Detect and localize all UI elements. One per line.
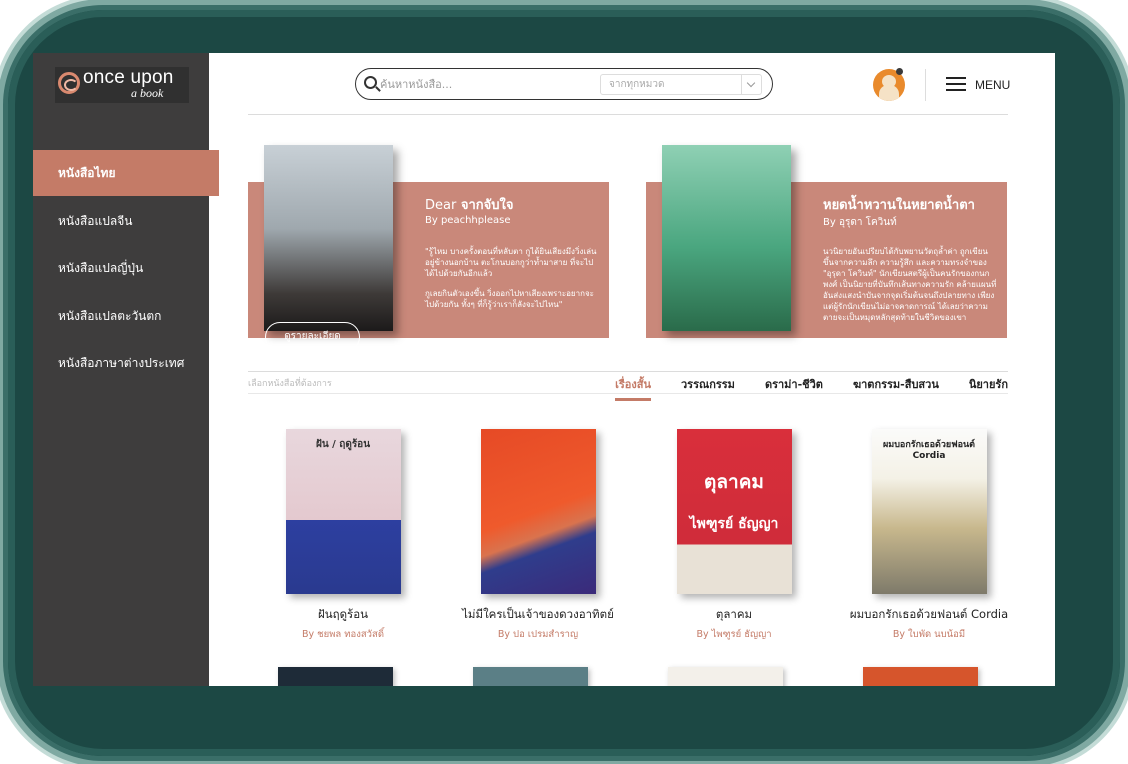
featured-description-2: นวนิยายอันเปรียบได้กับพยานวัตถุล้ำค่า ถู… — [823, 246, 998, 332]
chevron-down-icon — [741, 75, 761, 94]
search-input[interactable] — [380, 75, 595, 93]
book-cover[interactable]: ตุลาคม ไพฑูรย์ ธัญญา — [676, 429, 792, 594]
brand-logo[interactable]: once upon a book — [55, 67, 189, 103]
featured-author-2: By อุรุดา โควินท์ — [823, 217, 897, 228]
book-cover-title: ตุลาคม — [704, 471, 764, 493]
brand-subtitle: a book — [131, 86, 164, 100]
avatar-body — [879, 85, 899, 101]
featured-title-en-1: Dear — [425, 198, 457, 213]
featured-description-1-p2: กูเลยกินตัวเองขึ้น วิ่งออกไปหาเสียงเพราะ… — [425, 289, 594, 309]
tabs-hint: เลือกหนังสือที่ต้องการ — [248, 379, 332, 389]
featured-description-2-p1: นวนิยายอันเปรียบได้กับพยานวัตถุล้ำค่า ถู… — [823, 247, 997, 322]
sidebar-item-western-translated[interactable]: หนังสือแปลตะวันตก — [33, 293, 219, 339]
tabs-divider-top — [248, 371, 1008, 372]
book-title[interactable]: ผมบอกรักเธอด้วยฟอนต์ Cordia — [839, 606, 1019, 624]
featured-description-1: "รู้ไหม บางครั้งตอนที่หลับตา กูได้ยินเสี… — [425, 246, 600, 319]
tab-drama-life[interactable]: ดราม่า-ชีวิต — [765, 375, 823, 399]
book-card[interactable]: ผมบอกรักเธอด้วยฟอนต์ Cordia ผมบอกรักเธอด… — [839, 429, 1019, 642]
book-card[interactable]: ไม่มีใครเป็นเจ้าของดวงอาทิตย์ By ปอ เปรม… — [448, 429, 628, 642]
book-cover-partial[interactable] — [473, 667, 588, 686]
sidebar: once upon a book หนังสือไทย หนังสือแปลจี… — [33, 53, 219, 686]
search-bar: จากทุกหมวด — [355, 68, 773, 100]
book-author: By ชยพล ทองสวัสดิ์ — [302, 629, 384, 640]
logo-mark-icon — [58, 72, 80, 94]
tab-romance[interactable]: นิยายรัก — [969, 375, 1008, 399]
book-author: By ไพฑูรย์ ธัญญา — [696, 629, 772, 640]
header-divider — [925, 69, 926, 101]
book-title[interactable]: ตุลาคม — [644, 606, 824, 624]
category-select[interactable]: จากทุกหมวด — [600, 74, 762, 95]
genre-tabs: เรื่องสั้น วรรณกรรม ดราม่า-ชีวิต ฆาตกรรม… — [615, 375, 1008, 401]
book-cover-author: ไพฑูรย์ ธัญญา — [689, 516, 779, 532]
featured-title-th-1: จากจับใจ — [460, 198, 514, 213]
book-title[interactable]: ไม่มีใครเป็นเจ้าของดวงอาทิตย์ — [448, 606, 628, 624]
tab-murder-mystery[interactable]: ฆาตกรรม-สืบสวน — [853, 375, 939, 399]
tab-literature[interactable]: วรรณกรรม — [681, 375, 735, 399]
book-cover[interactable] — [480, 429, 596, 594]
category-select-value: จากทุกหมวด — [609, 79, 665, 90]
featured-description-1-p1: "รู้ไหม บางครั้งตอนที่หลับตา กูได้ยินเสี… — [425, 247, 597, 278]
sidebar-item-thai-books[interactable]: หนังสือไทย — [33, 150, 219, 196]
book-card[interactable]: ฝัน / ฤดูร้อน ฝันฤดูร้อน By ชยพล ทองสวัส… — [253, 429, 433, 642]
hamburger-menu-icon[interactable] — [946, 77, 966, 92]
notification-dot — [896, 68, 903, 75]
app-window: once upon a book หนังสือไทย หนังสือแปลจี… — [33, 53, 1055, 686]
featured-title-2: หยดน้ำหวานในหยาดน้ำตา — [823, 198, 975, 213]
menu-label[interactable]: MENU — [975, 78, 1010, 92]
featured-card-2[interactable]: หยดน้ำหวานในหยาดน้ำตา By อุรุดา โควินท์ … — [646, 145, 1007, 338]
book-cover-partial[interactable] — [668, 667, 783, 686]
featured-card-1[interactable]: Dear จากจับใจ By peachhplease "รู้ไหม บา… — [248, 145, 609, 352]
sidebar-nav: หนังสือไทย หนังสือแปลจีน หนังสือแปลญี่ปุ… — [33, 150, 219, 388]
featured-author-1: By peachhplease — [425, 215, 511, 226]
book-cover[interactable]: ผมบอกรักเธอด้วยฟอนต์ Cordia — [871, 429, 987, 594]
book-cover[interactable]: ฝัน / ฤดูร้อน — [285, 429, 401, 594]
search-icon[interactable] — [364, 76, 377, 89]
book-author: By ใบพัด นบน้อมี — [892, 629, 966, 640]
sidebar-item-japanese-translated[interactable]: หนังสือแปลญี่ปุ่น — [33, 245, 219, 291]
book-title[interactable]: ฝันฤดูร้อน — [253, 606, 433, 624]
book-cover-partial[interactable] — [278, 667, 393, 686]
sidebar-item-chinese-translated[interactable]: หนังสือแปลจีน — [33, 198, 219, 244]
header-divider-line — [248, 114, 1008, 115]
tab-short-story[interactable]: เรื่องสั้น — [615, 375, 651, 401]
book-cover-text: ผมบอกรักเธอด้วยฟอนต์ Cordia — [883, 440, 975, 461]
featured-title-1: Dear จากจับใจ — [425, 194, 513, 215]
sidebar-item-foreign-language[interactable]: หนังสือภาษาต่างประเทศ — [33, 340, 219, 386]
featured-cover-1[interactable] — [264, 145, 393, 331]
book-cover-partial[interactable] — [863, 667, 978, 686]
view-details-button[interactable]: ดูรายละเอียด — [265, 322, 360, 352]
book-author: By ปอ เปรมสำราญ — [497, 629, 579, 640]
featured-cover-2[interactable] — [662, 145, 791, 331]
book-cover-text: ฝัน / ฤดูร้อน — [315, 439, 371, 450]
book-card[interactable]: ตุลาคม ไพฑูรย์ ธัญญา ตุลาคม By ไพฑูรย์ ธ… — [644, 429, 824, 642]
